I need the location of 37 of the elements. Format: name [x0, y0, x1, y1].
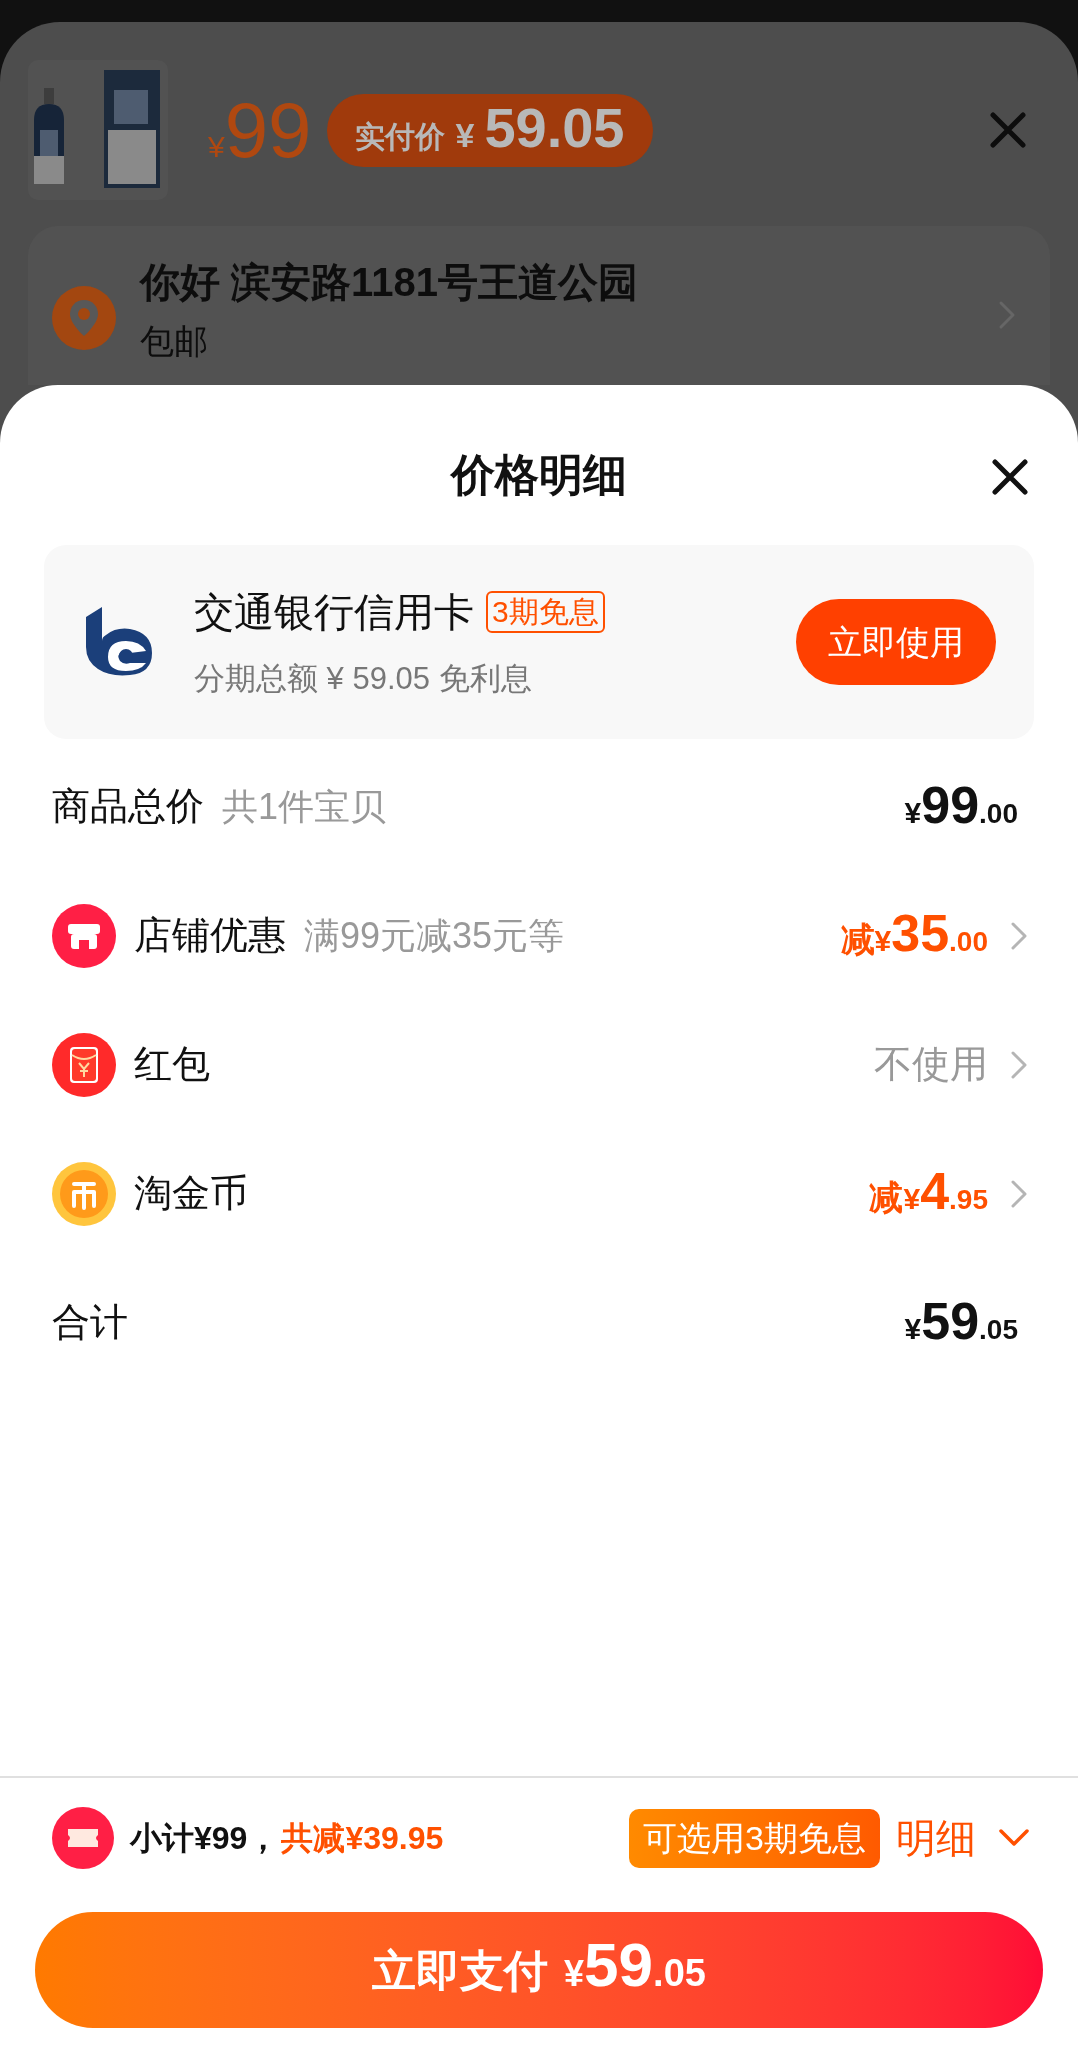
total-saved-text: 共减¥39.95 — [281, 1819, 444, 1858]
sheet-title: 价格明细 — [451, 449, 627, 501]
row-note: 满99元减35元等 — [304, 913, 565, 958]
chevron-right-icon — [1010, 1178, 1028, 1209]
interest-free-badge: 3期免息 — [486, 590, 605, 633]
row-label: 商品总价 — [52, 784, 204, 829]
ticket-icon — [52, 1807, 114, 1869]
installment-tag: 可选用3期免息 — [629, 1808, 880, 1868]
details-toggle[interactable]: 明细 — [896, 1808, 1030, 1868]
coin-icon — [52, 1161, 116, 1226]
paid-price-badge: 实付价 ¥ 59.05 — [327, 93, 653, 167]
bank-name: 交通银行信用卡 — [194, 588, 474, 636]
row-label: 店铺优惠 — [134, 913, 286, 958]
envelope-icon — [52, 1032, 116, 1097]
price-amount: 减¥35.00 — [840, 906, 988, 964]
price-amount: ¥59.05 — [904, 1294, 1018, 1351]
bank-logo-icon — [86, 607, 154, 677]
row-label: 淘金币 — [134, 1171, 248, 1216]
shipping-note: 包邮 — [140, 321, 209, 362]
close-icon[interactable] — [990, 457, 1030, 497]
row-value: 不使用 — [874, 1042, 988, 1087]
chevron-down-icon — [998, 1828, 1030, 1848]
price-amount: ¥99.00 — [904, 778, 1018, 835]
chevron-right-icon — [1010, 920, 1028, 951]
installment-detail: 分期总额 ¥ 59.05 免利息 — [194, 659, 533, 698]
original-price: ¥99 — [208, 91, 312, 169]
row-note: 共1件宝贝 — [222, 784, 387, 829]
subtotal-text: 小计¥99， — [130, 1819, 280, 1858]
price-amount: 减¥4.95 — [869, 1164, 988, 1222]
address-title: 你好 滨安路1181号王道公园 — [140, 259, 639, 306]
use-now-button[interactable]: 立即使用 — [796, 599, 996, 685]
row-label: 红包 — [134, 1042, 210, 1087]
shop-icon — [52, 903, 116, 968]
pay-now-button[interactable]: 立即支付 ¥59.05 — [35, 1912, 1043, 2028]
location-pin-icon — [52, 286, 116, 350]
chevron-right-icon — [1010, 1049, 1028, 1080]
row-label: 合计 — [52, 1300, 128, 1345]
